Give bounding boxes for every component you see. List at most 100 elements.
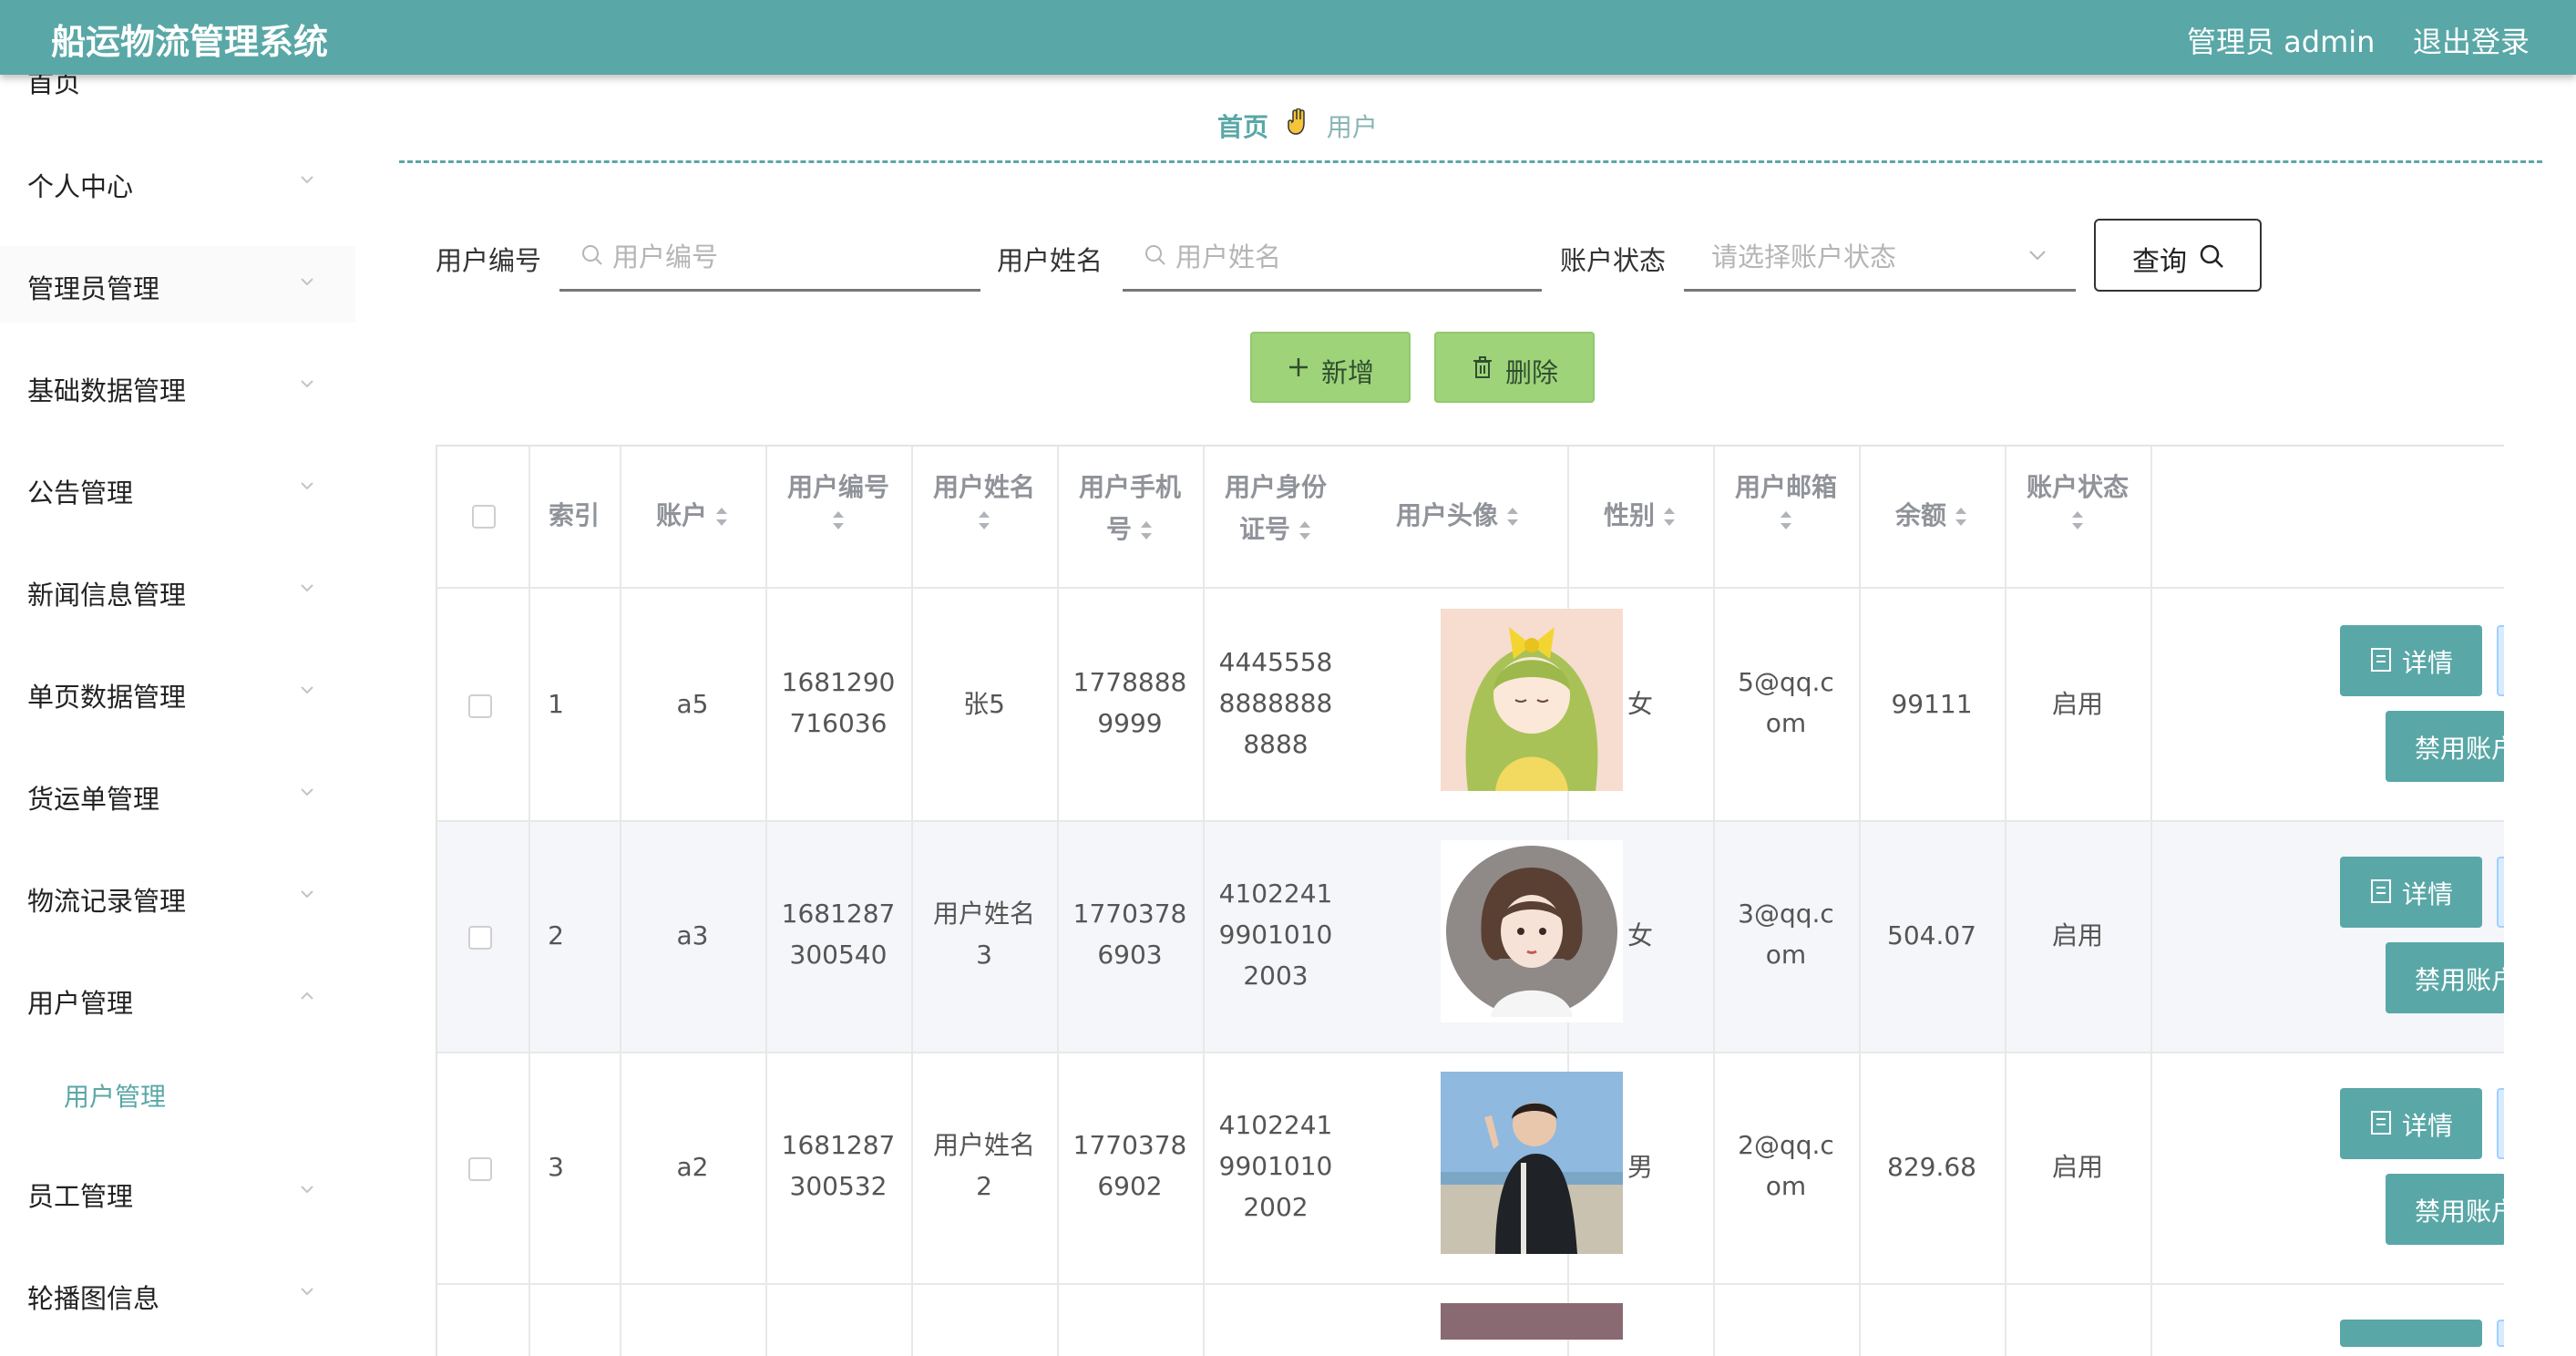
row-checkbox[interactable]	[468, 926, 492, 950]
row-phone: 9999	[1097, 708, 1163, 738]
header-account[interactable]: 账户	[620, 495, 765, 537]
row-user-no: 716036	[789, 708, 888, 738]
sort-icon	[1781, 511, 1791, 529]
header-user-no[interactable]: 用户编号	[765, 467, 911, 532]
chevron-down-icon	[301, 686, 313, 694]
row-status: 启用	[2051, 689, 2103, 719]
query-button[interactable]: 查询	[2094, 219, 2262, 292]
chevron-down-icon	[301, 176, 313, 184]
status-select[interactable]: 请选择账户状态	[1684, 222, 2076, 292]
select-all-checkbox[interactable]	[472, 505, 496, 529]
sidebar-item-waybill[interactable]: 货运单管理	[0, 756, 355, 833]
sidebar-item-staff[interactable]: 员工管理	[0, 1154, 355, 1230]
search-icon	[1145, 245, 1165, 265]
disable-account-button[interactable]: 禁用账户	[2386, 942, 2504, 1013]
edit-button[interactable]	[2497, 625, 2504, 696]
search-icon	[582, 245, 602, 265]
sidebar-item-admin-management[interactable]: 管理员管理	[0, 246, 355, 323]
chevron-down-icon	[301, 278, 313, 286]
row-balance: 99111	[1891, 689, 1973, 719]
header-phone[interactable]: 用户手机 号	[1057, 467, 1203, 550]
detail-button[interactable]: 详情	[2340, 1088, 2482, 1159]
user-no-placeholder: 用户编号	[612, 241, 719, 272]
logout-link[interactable]: 退出登录	[2413, 19, 2530, 61]
status-placeholder: 请选择账户状态	[1711, 241, 1897, 272]
edit-button[interactable]	[2497, 1320, 2504, 1347]
detail-button-label: 详情	[2402, 648, 2454, 678]
sidebar-item-label: 个人中心	[27, 171, 134, 202]
sidebar-item-label: 单页数据管理	[27, 682, 187, 713]
sidebar-item-personal-center[interactable]: 个人中心	[0, 144, 355, 221]
sidebar-item-home[interactable]: 首页	[0, 75, 355, 117]
user-name-input[interactable]: 用户姓名	[1123, 222, 1542, 292]
sidebar-subitem-user-management[interactable]: 用户管理	[0, 1057, 355, 1130]
disable-account-button[interactable]: 禁用账户	[2386, 1174, 2504, 1245]
header-user-name-label: 用户姓名	[932, 472, 1035, 502]
header-avatar[interactable]: 用户头像	[1349, 495, 1567, 537]
row-idcard: 4102241	[1218, 878, 1333, 909]
breadcrumb-current: 用户	[1326, 112, 1378, 142]
chevron-up-icon	[301, 991, 313, 1000]
header-account-label: 账户	[655, 500, 707, 530]
sidebar-item-user-management[interactable]: 用户管理	[0, 960, 355, 1037]
user-no-input[interactable]: 用户编号	[559, 222, 980, 292]
sidebar-item-news[interactable]: 新闻信息管理	[0, 552, 355, 629]
sort-icon	[1141, 521, 1152, 539]
trash-icon	[1473, 356, 1492, 378]
status-label: 账户状态	[1560, 245, 1667, 276]
header-idcard[interactable]: 用户身份 证号	[1203, 467, 1349, 550]
row-idcard: 4102241	[1218, 1110, 1333, 1140]
sidebar-item-single-page[interactable]: 单页数据管理	[0, 654, 355, 731]
header-status[interactable]: 账户状态	[2005, 467, 2150, 532]
row-user-name: 用户姓名	[932, 1130, 1035, 1160]
chevron-down-icon	[301, 788, 313, 796]
disable-account-button[interactable]: 禁用账户	[2386, 711, 2504, 782]
sidebar-item-logistics-record[interactable]: 物流记录管理	[0, 858, 355, 935]
row-account: a2	[676, 1152, 709, 1182]
row-user-name: 2	[976, 1171, 992, 1201]
row-gender: 女	[1627, 689, 1653, 719]
row-checkbox[interactable]	[468, 1157, 492, 1181]
row-gender: 男	[1627, 1152, 1653, 1182]
row-checkbox[interactable]	[468, 694, 492, 718]
header-idcard-label-2: 证号	[1238, 514, 1290, 544]
header-status-label: 账户状态	[2026, 472, 2129, 502]
sidebar-item-label: 首页	[27, 75, 81, 98]
sort-icon	[2072, 511, 2083, 529]
row-balance: 504.07	[1887, 920, 1976, 950]
edit-button[interactable]	[2497, 1088, 2504, 1159]
delete-button[interactable]: 删除	[1434, 332, 1595, 403]
row-phone: 1770378	[1072, 1130, 1187, 1160]
chevron-down-icon	[301, 1186, 313, 1194]
detail-button[interactable]: 详情	[2340, 857, 2482, 928]
row-email: om	[1765, 708, 1807, 738]
breadcrumb-home[interactable]: 首页	[1217, 112, 1268, 142]
header-email-label: 用户邮箱	[1734, 472, 1837, 502]
header-user-name[interactable]: 用户姓名	[911, 467, 1057, 532]
row-user-name: 用户姓名	[932, 899, 1035, 929]
sidebar-item-label: 公告管理	[27, 478, 134, 508]
row-account: a5	[676, 689, 709, 719]
sidebar-subitem-label: 用户管理	[64, 1082, 167, 1112]
edit-button[interactable]	[2497, 857, 2504, 928]
chevron-down-icon	[301, 1288, 313, 1296]
chevron-down-icon	[301, 584, 313, 592]
detail-button[interactable]: 详情	[2340, 625, 2482, 696]
row-idcard: 4445558	[1218, 647, 1333, 677]
user-name-label: 用户姓名	[997, 245, 1103, 276]
user-table: 索引 账户 用户编号 用户姓名 用户手机 号 用户身份 证号 用户头像 性别 用…	[436, 445, 2504, 1356]
query-button-label: 查询	[2132, 246, 2187, 278]
header-email[interactable]: 用户邮箱	[1713, 467, 1859, 532]
sidebar-item-notice[interactable]: 公告管理	[0, 450, 355, 527]
sidebar-item-carousel[interactable]: 轮播图信息	[0, 1256, 355, 1332]
header-balance[interactable]: 余额	[1859, 495, 2005, 537]
admin-label: 管理员 admin	[2187, 25, 2376, 59]
add-button[interactable]: 新增	[1250, 332, 1411, 403]
header-gender[interactable]: 性别	[1567, 495, 1713, 537]
document-icon	[2371, 879, 2391, 903]
sidebar-item-basic-data[interactable]: 基础数据管理	[0, 348, 355, 425]
row-index: 3	[548, 1152, 564, 1182]
detail-button[interactable]	[2340, 1320, 2482, 1347]
header-phone-label-2: 号	[1105, 514, 1132, 544]
sort-icon	[1507, 508, 1518, 526]
